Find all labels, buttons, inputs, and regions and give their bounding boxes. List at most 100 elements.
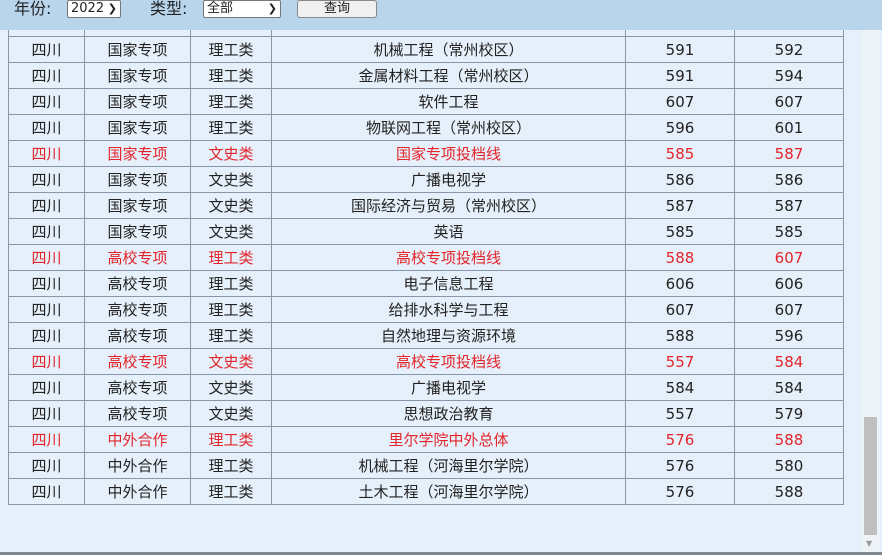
cell-max: 607: [734, 88, 844, 115]
year-label: 年份:: [14, 0, 52, 18]
table-row: 四川 国家专项 理工类 机械工程（常州校区） 591 592: [8, 36, 844, 63]
table-row: 四川 国家专项 理工类 金属材料工程（常州校区） 591 594: [8, 62, 844, 89]
table-row: 四川 高校专项 文史类 广播电视学 584 584: [8, 374, 844, 401]
cell-subject: 文史类: [190, 140, 272, 167]
cell-subject: 文史类: [190, 192, 272, 219]
cell-category: 中外合作: [84, 426, 191, 453]
cell-category: 国家专项: [84, 140, 191, 167]
cell-subject: 理工类: [190, 478, 272, 505]
year-value: 2022: [71, 1, 105, 16]
cell-subject: 理工类: [190, 244, 272, 271]
scroll-down-arrow-icon[interactable]: ▼: [866, 539, 872, 548]
cell-max: 587: [734, 192, 844, 219]
cell-province: 四川: [8, 478, 85, 505]
table-row: 四川 高校专项 理工类 自然地理与资源环境 588 596: [8, 322, 844, 349]
cell-min: 576: [625, 478, 735, 505]
cell-subject: 理工类: [190, 62, 272, 89]
table-row: 四川 国家专项 理工类 软件工程 607 607: [8, 88, 844, 115]
cell-min: 588: [625, 322, 735, 349]
cell-province: 四川: [8, 114, 85, 141]
filter-bar: 年份: 2022 ❯ 类型: 全部 ❯ 查询: [0, 0, 882, 30]
cell-min: 588: [625, 244, 735, 271]
cell-major: 物联网工程（常州校区）: [271, 114, 626, 141]
cell-min: 606: [625, 270, 735, 297]
cell-min: 587: [625, 192, 735, 219]
results-panel: 四川 国家专项 理工类 机械工程（常州校区） 591 592 四川 国家专项 理工类 金属材料工程…: [0, 30, 862, 552]
cell-max: 585: [734, 218, 844, 245]
query-button[interactable]: 查询: [297, 0, 377, 18]
cell-province: 四川: [8, 426, 85, 453]
cell-max: 607: [734, 296, 844, 323]
cell-province: 四川: [8, 36, 85, 63]
score-table: 四川 国家专项 理工类 机械工程（常州校区） 591 592 四川 国家专项 理工类 金属材料工程…: [8, 36, 844, 505]
cell-subject: 文史类: [190, 218, 272, 245]
cell-min: 557: [625, 348, 735, 375]
cell-min: 584: [625, 374, 735, 401]
cell-major: 土木工程（河海里尔学院）: [271, 478, 626, 505]
cell-max: 588: [734, 426, 844, 453]
cell-max: 601: [734, 114, 844, 141]
cell-category: 国家专项: [84, 36, 191, 63]
cell-max: 587: [734, 140, 844, 167]
cell-province: 四川: [8, 140, 85, 167]
cell-province: 四川: [8, 62, 85, 89]
table-row: 四川 中外合作 理工类 里尔学院中外总体 576 588: [8, 426, 844, 453]
cell-category: 高校专项: [84, 296, 191, 323]
cell-subject: 理工类: [190, 322, 272, 349]
cell-province: 四川: [8, 192, 85, 219]
cell-province: 四川: [8, 218, 85, 245]
table-row: 四川 高校专项 文史类 高校专项投档线 557 584: [8, 348, 844, 375]
cell-province: 四川: [8, 296, 85, 323]
table-row: 四川 国家专项 文史类 英语 585 585: [8, 218, 844, 245]
cell-subject: 理工类: [190, 452, 272, 479]
cell-major: 软件工程: [271, 88, 626, 115]
cell-category: 高校专项: [84, 374, 191, 401]
cell-max: 579: [734, 400, 844, 427]
cell-major: 国际经济与贸易（常州校区）: [271, 192, 626, 219]
cell-category: 中外合作: [84, 478, 191, 505]
cell-province: 四川: [8, 166, 85, 193]
cell-major: 电子信息工程: [271, 270, 626, 297]
cell-max: 606: [734, 270, 844, 297]
cell-min: 576: [625, 452, 735, 479]
cell-province: 四川: [8, 452, 85, 479]
table-row: 四川 国家专项 文史类 国际经济与贸易（常州校区） 587 587: [8, 192, 844, 219]
cell-subject: 理工类: [190, 114, 272, 141]
cell-province: 四川: [8, 244, 85, 271]
table-row: 四川 高校专项 理工类 高校专项投档线 588 607: [8, 244, 844, 271]
cell-category: 国家专项: [84, 114, 191, 141]
cell-subject: 理工类: [190, 88, 272, 115]
vertical-scrollbar[interactable]: ▼: [862, 30, 880, 552]
cell-province: 四川: [8, 400, 85, 427]
cell-subject: 文史类: [190, 400, 272, 427]
cell-min: 607: [625, 88, 735, 115]
cell-max: 592: [734, 36, 844, 63]
table-row: 四川 国家专项 文史类 国家专项投档线 585 587: [8, 140, 844, 167]
cell-min: 586: [625, 166, 735, 193]
table-row: 四川 中外合作 理工类 机械工程（河海里尔学院） 576 580: [8, 452, 844, 479]
cell-subject: 文史类: [190, 166, 272, 193]
cell-major: 高校专项投档线: [271, 244, 626, 271]
type-select[interactable]: 全部 ❯: [203, 0, 281, 18]
cell-min: 585: [625, 218, 735, 245]
cell-major: 机械工程（常州校区）: [271, 36, 626, 63]
type-label: 类型:: [150, 0, 188, 18]
cell-category: 国家专项: [84, 166, 191, 193]
cell-province: 四川: [8, 322, 85, 349]
year-select[interactable]: 2022 ❯: [67, 0, 121, 18]
cell-min: 557: [625, 400, 735, 427]
cell-subject: 理工类: [190, 426, 272, 453]
cell-major: 里尔学院中外总体: [271, 426, 626, 453]
cell-subject: 文史类: [190, 348, 272, 375]
cell-category: 国家专项: [84, 218, 191, 245]
cell-max: 588: [734, 478, 844, 505]
cell-major: 思想政治教育: [271, 400, 626, 427]
cell-subject: 文史类: [190, 374, 272, 401]
cell-max: 607: [734, 244, 844, 271]
cell-province: 四川: [8, 374, 85, 401]
scrollbar-thumb[interactable]: [864, 417, 877, 535]
cell-max: 596: [734, 322, 844, 349]
cell-province: 四川: [8, 88, 85, 115]
cell-category: 高校专项: [84, 270, 191, 297]
table-row: 四川 国家专项 文史类 广播电视学 586 586: [8, 166, 844, 193]
